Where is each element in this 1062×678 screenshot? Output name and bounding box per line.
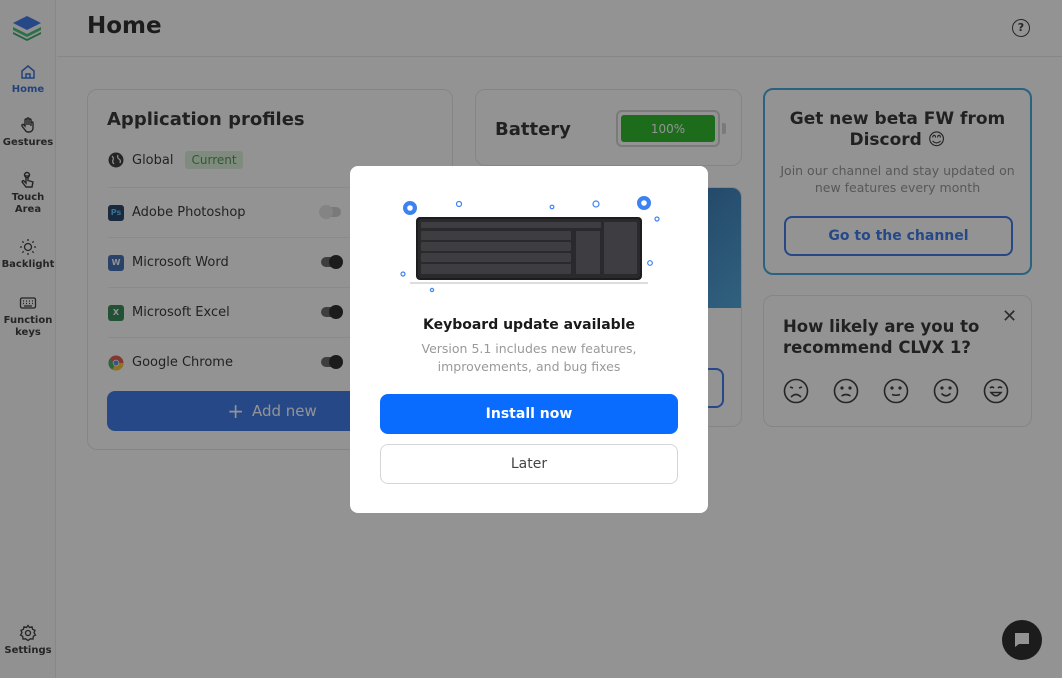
modal-subtitle: Version 5.1 includes new features, impro… [421,341,637,374]
update-modal: Keyboard update available Version 5.1 in… [350,166,708,513]
modal-title: Keyboard update available [422,317,635,333]
keyboard-illustration [400,196,660,293]
install-now-button[interactable]: Install now [380,394,678,434]
later-button[interactable]: Later [380,444,678,484]
